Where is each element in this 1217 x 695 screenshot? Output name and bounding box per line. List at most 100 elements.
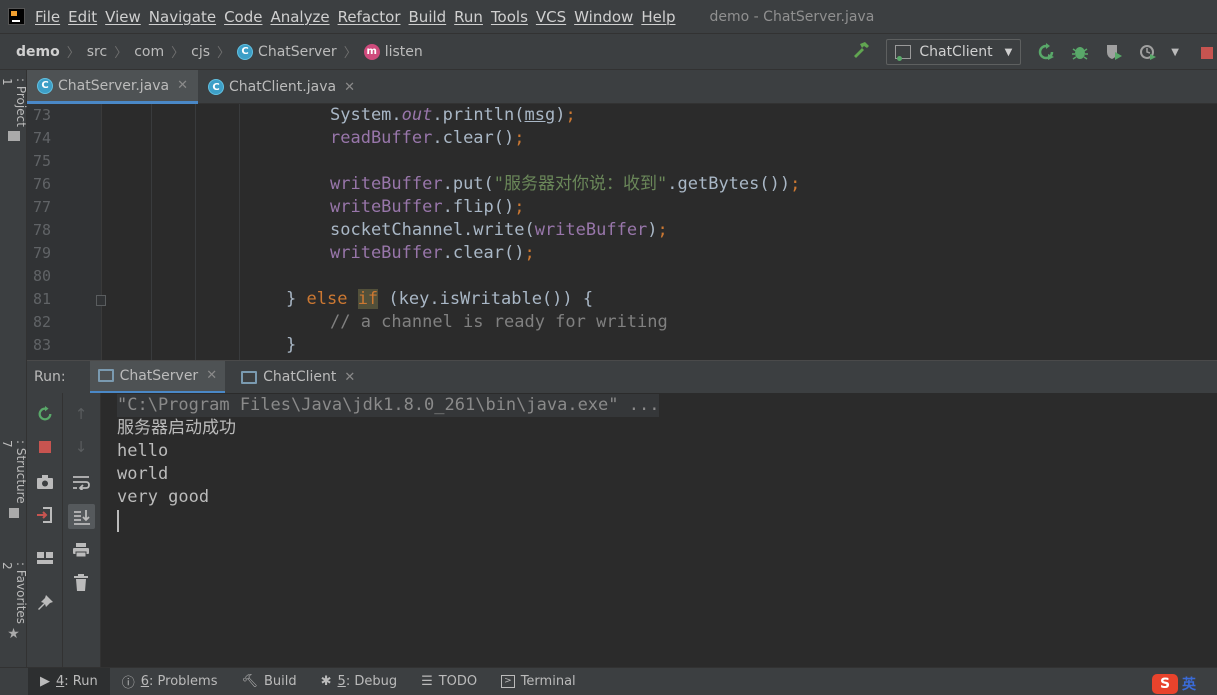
console-icon <box>97 369 114 382</box>
login-import-icon[interactable] <box>35 505 55 525</box>
tab-chatclient-java[interactable]: C ChatClient.java ✕ <box>198 70 365 104</box>
menu-vcs[interactable]: VCS <box>532 8 570 26</box>
ime-language-label: 英 <box>1182 676 1196 693</box>
project-tool-tab[interactable]: 1: Project <box>0 78 28 145</box>
structure-tool-tab[interactable]: 7: Structure <box>0 440 28 522</box>
close-icon[interactable]: ✕ <box>177 78 188 93</box>
soft-wrap-icon[interactable] <box>71 472 91 492</box>
code-line-73: System.out.println(msg); <box>330 104 576 127</box>
breadcrumb-cjs[interactable]: cjs <box>191 44 210 60</box>
breadcrumb-class[interactable]: C ChatServer <box>237 43 337 60</box>
breadcrumb-com[interactable]: com <box>134 44 164 60</box>
tool-tab-problems[interactable]: ⓘ 6: Problems <box>110 668 230 695</box>
run-configuration-dropdown[interactable]: ChatClient ▼ <box>886 39 1022 65</box>
fold-marker-icon[interactable] <box>96 295 106 306</box>
code-token: readBuffer <box>330 128 433 148</box>
code-line-77: writeBuffer.flip(); <box>330 196 525 219</box>
intellij-logo-icon <box>8 8 25 25</box>
run-console-output[interactable]: "C:\Program Files\Java\jdk1.8.0_261\bin\… <box>101 393 1217 667</box>
stop-button[interactable] <box>35 437 55 457</box>
menu-file[interactable]: File <box>31 8 64 26</box>
text-caret <box>117 510 119 532</box>
breadcrumb-project[interactable]: demo <box>16 44 60 60</box>
navigation-bar: demo 〉 src 〉 com 〉 cjs 〉 C ChatServer 〉 … <box>0 33 1217 70</box>
code-token: writeBuffer <box>330 197 443 217</box>
debug-bug-icon[interactable] <box>1069 41 1091 63</box>
menu-refactor[interactable]: Refactor <box>334 8 405 26</box>
menu-build[interactable]: Build <box>405 8 451 26</box>
chevron-right-icon: 〉 <box>217 46 231 61</box>
console-line: hello <box>117 441 169 461</box>
menu-run[interactable]: Run <box>450 8 487 26</box>
menu-help[interactable]: Help <box>637 8 679 26</box>
tool-tab-debug[interactable]: ✱ 5: Debug <box>309 668 409 695</box>
code-token: writeBuffer <box>330 174 443 194</box>
code-line-83: } <box>286 335 297 355</box>
favorites-tool-text: : Favorites <box>14 562 28 625</box>
tool-tab-todo[interactable]: ☰ TODO <box>409 668 489 695</box>
tool-tab-debug-label: : Debug <box>345 674 398 689</box>
menu-edit[interactable]: Edit <box>64 8 101 26</box>
scroll-to-end-icon[interactable] <box>68 504 95 529</box>
rerun-button[interactable] <box>35 404 55 424</box>
code-token: if <box>357 289 379 309</box>
bug-icon: ✱ <box>320 674 332 689</box>
structure-tool-num: 7 <box>0 440 14 448</box>
code-editor[interactable]: 73 74 75 76 77 78 79 80 81 82 83 System.… <box>27 104 1217 360</box>
close-icon[interactable]: ✕ <box>344 80 355 95</box>
run-tab-chatclient[interactable]: ChatClient ✕ <box>233 361 363 394</box>
print-icon[interactable] <box>71 540 91 560</box>
more-run-options-arrow-icon[interactable]: ▼ <box>1171 47 1179 58</box>
menu-code[interactable]: Code <box>220 8 266 26</box>
line-number: 75 <box>33 152 52 170</box>
close-icon[interactable]: ✕ <box>344 370 355 385</box>
line-number: 80 <box>33 267 52 285</box>
run-tab-chatserver[interactable]: ChatServer ✕ <box>89 360 226 394</box>
tab-label: ChatServer.java <box>58 77 170 94</box>
run-panel-label: Run: <box>34 369 66 385</box>
chevron-right-icon: 〉 <box>171 46 185 61</box>
favorites-tool-tab[interactable]: 2: Favorites ★ <box>0 562 28 642</box>
close-icon[interactable]: ✕ <box>206 368 217 383</box>
menu-window[interactable]: Window <box>570 8 637 26</box>
left-tool-window-strip: 1: Project 7: Structure 2: Favorites ★ <box>0 70 28 667</box>
hammer-build-icon[interactable] <box>852 41 870 64</box>
console-line: "C:\Program Files\Java\jdk1.8.0_261\bin\… <box>117 394 660 417</box>
run-toolbar-primary <box>27 393 63 667</box>
line-number: 81 <box>33 290 52 308</box>
arrow-down-icon[interactable]: ↓ <box>71 437 91 457</box>
trash-icon[interactable] <box>71 573 91 593</box>
rerun-button[interactable] <box>1035 41 1057 63</box>
menu-tools[interactable]: Tools <box>487 8 532 26</box>
tool-tab-run[interactable]: ▶ 4: Run <box>28 667 110 695</box>
tool-tab-build[interactable]: 🔨︎ Build <box>229 668 308 695</box>
stop-button[interactable] <box>1195 41 1217 63</box>
menu-analyze[interactable]: Analyze <box>266 8 333 26</box>
breadcrumb-method-label: listen <box>384 43 423 60</box>
menu-navigate[interactable]: Navigate <box>145 8 220 26</box>
code-token: .println( <box>432 105 525 125</box>
breadcrumb-method[interactable]: m listen <box>363 43 423 60</box>
run-with-coverage-icon[interactable] <box>1103 41 1125 63</box>
camera-icon[interactable] <box>35 472 55 492</box>
menu-view[interactable]: View <box>101 8 145 26</box>
arrow-up-icon[interactable]: ↑ <box>71 404 91 424</box>
play-icon: ▶ <box>40 674 50 689</box>
tab-chatserver-java[interactable]: C ChatServer.java ✕ <box>27 70 199 104</box>
pin-icon[interactable] <box>35 593 55 613</box>
tool-tab-terminal[interactable]: > Terminal <box>489 668 588 695</box>
tool-tab-build-label: Build <box>263 674 297 689</box>
input-method-indicator[interactable]: S 英 <box>1152 672 1217 695</box>
breadcrumb-src[interactable]: src <box>87 44 107 60</box>
run-config-label: ChatClient <box>919 44 993 60</box>
code-token: out <box>401 105 433 125</box>
line-number: 82 <box>33 313 52 331</box>
class-icon: C <box>37 77 53 94</box>
problems-info-icon: ⓘ <box>121 676 135 691</box>
code-token: ; <box>524 243 535 263</box>
tool-tab-problems-label: : Problems <box>149 674 218 689</box>
layout-icon[interactable] <box>35 548 55 568</box>
profile-run-icon[interactable] <box>1137 41 1159 63</box>
structure-tool-text: : Structure <box>14 440 28 504</box>
tab-label: ChatClient.java <box>229 79 337 95</box>
